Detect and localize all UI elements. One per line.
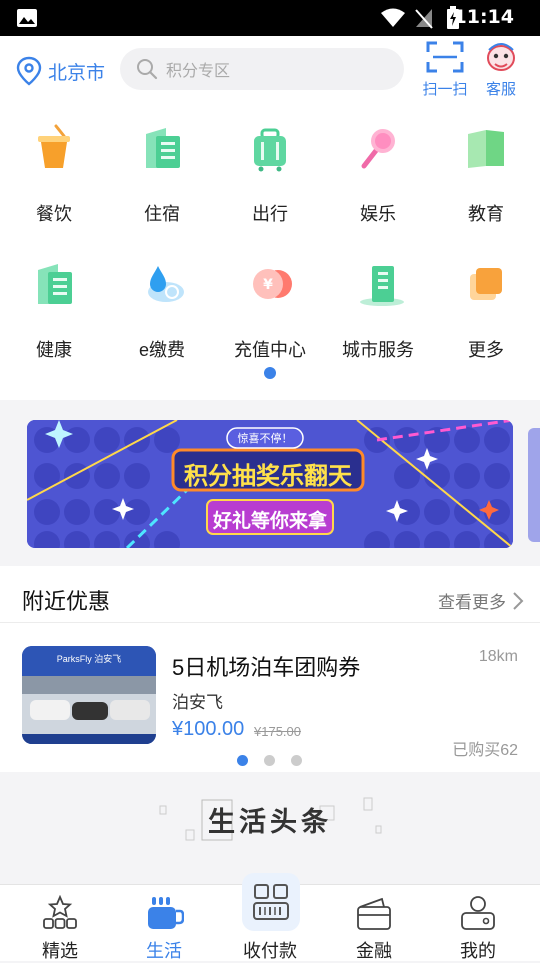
category-label: 教育 <box>468 204 504 224</box>
promo-banner[interactable]: 惊喜不停！ 积分抽奖乐翻天 好礼等你来拿 <box>27 420 513 548</box>
status-bar: 11:14 <box>0 0 540 36</box>
deal-shop-name: 泊安飞 <box>172 693 223 712</box>
chevron-right-icon <box>513 591 524 610</box>
health-building-icon <box>38 264 72 304</box>
carousel-dot-active <box>237 755 248 766</box>
service-mascot-icon <box>487 43 515 71</box>
tab-label: 精选 <box>42 941 78 961</box>
coffee-cup-icon <box>148 897 184 929</box>
user-card-icon <box>461 896 495 930</box>
category-bill-pay[interactable]: e缴费 <box>108 240 216 360</box>
city-building-icon <box>360 266 404 306</box>
category-health[interactable]: 健康 <box>0 240 108 360</box>
tab-payment[interactable]: 收付款 <box>216 873 324 961</box>
carousel-dot <box>291 755 302 766</box>
service-label: 客服 <box>485 81 516 98</box>
category-label: e缴费 <box>138 340 185 360</box>
tab-mine[interactable]: 我的 <box>424 885 532 961</box>
category-label: 出行 <box>252 204 288 224</box>
clock: 11:14 <box>453 6 514 28</box>
no-signal-icon <box>415 9 433 29</box>
tab-label: 收付款 <box>243 941 297 961</box>
bottom-navigation: 精选 生活 收付款 金融 我的 <box>0 873 540 961</box>
category-label: 更多 <box>468 340 504 360</box>
tab-label: 生活 <box>146 941 182 961</box>
search-icon <box>137 59 158 80</box>
wallet-icon <box>357 897 391 930</box>
category-grid: 餐饮 住宿 出行 娱乐 教育 健康 e缴费 ¥ 充值中心 城市服务 更多 <box>0 104 540 400</box>
next-banner-peek[interactable] <box>528 428 540 542</box>
category-label: 餐饮 <box>36 204 72 224</box>
tab-label: 我的 <box>460 941 496 961</box>
category-education[interactable]: 教育 <box>432 104 540 224</box>
see-more-label: 查看更多 <box>438 593 506 612</box>
divider <box>0 622 540 623</box>
book-icon <box>468 130 504 168</box>
deal-distance: 18km <box>478 648 518 665</box>
category-lodging[interactable]: 住宿 <box>108 104 216 224</box>
see-more-link[interactable]: 查看更多 <box>438 588 524 613</box>
deal-image-logo: ParksFly 泊安飞 <box>56 654 122 664</box>
wifi-icon <box>381 8 405 27</box>
customer-service-button[interactable]: 客服 <box>478 40 524 99</box>
tab-label: 金融 <box>356 941 392 961</box>
city-selector[interactable]: 北京市 <box>16 56 105 86</box>
section-title: 附近优惠 <box>22 589 111 614</box>
banner-subtitle: 好礼等你来拿 <box>212 511 327 532</box>
category-more[interactable]: 更多 <box>432 240 540 360</box>
category-label: 娱乐 <box>360 204 396 224</box>
category-label: 住宿 <box>144 204 180 224</box>
payment-center-button[interactable] <box>242 873 300 931</box>
tab-featured[interactable]: 精选 <box>6 885 114 961</box>
tab-finance[interactable]: 金融 <box>320 885 428 961</box>
carousel-dot <box>264 755 275 766</box>
category-label: 城市服务 <box>342 340 414 360</box>
banner-title: 积分抽奖乐翻天 <box>184 463 352 490</box>
deal-sold-count: 已购买62 <box>452 742 518 759</box>
microphone-icon <box>361 129 395 169</box>
deal-title[interactable]: 5日机场泊车团购券 <box>172 650 360 682</box>
search-input[interactable]: 积分专区 <box>120 48 404 90</box>
life-headlines-section[interactable]: 生活头条 <box>0 776 540 866</box>
headline-title: 生活头条 <box>208 807 332 838</box>
yuan-coin-icon: ¥ <box>253 269 292 299</box>
category-city-services[interactable]: 城市服务 <box>324 240 432 360</box>
scan-button[interactable]: 扫一扫 <box>418 40 472 99</box>
qr-barcode-icon <box>253 884 289 920</box>
page-indicator-dot <box>264 367 276 379</box>
scan-label: 扫一扫 <box>422 81 468 98</box>
category-recharge-center[interactable]: ¥ 充值中心 <box>216 240 324 360</box>
scan-icon <box>426 41 464 73</box>
banner-section: 惊喜不停！ 积分抽奖乐翻天 好礼等你来拿 <box>0 404 540 562</box>
deal-original-price: ¥175.00 <box>254 724 301 739</box>
star-blocks-icon <box>43 895 77 929</box>
deal-image[interactable]: ParksFly 泊安飞 <box>22 646 156 744</box>
city-name: 北京市 <box>48 62 106 84</box>
deal-price: ¥100.00 <box>172 718 245 740</box>
category-entertainment[interactable]: 娱乐 <box>324 104 432 224</box>
search-placeholder: 积分专区 <box>166 63 231 80</box>
gallery-icon <box>17 9 37 27</box>
tab-life[interactable]: 生活 <box>110 885 218 961</box>
category-label: 健康 <box>36 340 72 360</box>
location-pin-icon <box>16 56 42 86</box>
drink-cup-icon <box>38 124 70 168</box>
category-travel[interactable]: 出行 <box>216 104 324 224</box>
top-header: 北京市 积分专区 扫一扫 客服 <box>0 36 540 104</box>
banner-badge: 惊喜不停！ <box>237 433 293 445</box>
water-drop-cloud-icon <box>148 266 184 302</box>
category-dining[interactable]: 餐饮 <box>0 104 108 224</box>
building-icon <box>146 128 180 168</box>
svg-text:¥: ¥ <box>263 277 273 293</box>
luggage-icon <box>254 128 286 172</box>
category-label: 充值中心 <box>234 340 306 360</box>
more-squares-icon <box>470 268 502 300</box>
nearby-deals-section: 附近优惠 查看更多 ParksFly 泊安飞 5日机场泊车团购券 泊安飞 ¥10… <box>0 566 540 772</box>
